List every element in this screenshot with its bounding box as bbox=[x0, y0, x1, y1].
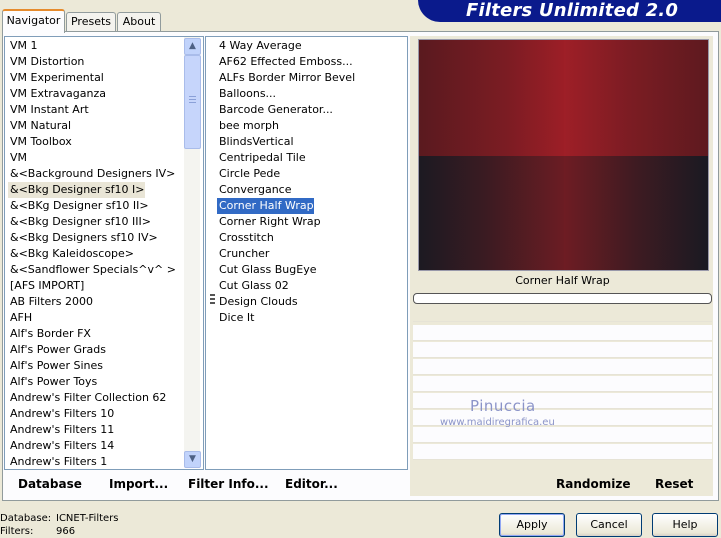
filter-item[interactable]: Corner Half Wrap bbox=[217, 198, 314, 214]
tab-about[interactable]: About bbox=[117, 12, 161, 31]
category-item[interactable]: VM Natural bbox=[8, 118, 71, 134]
category-item[interactable]: [AFS IMPORT] bbox=[8, 278, 84, 294]
category-item[interactable]: &<Bkg Designers sf10 IV> bbox=[8, 230, 158, 246]
thumb-grip bbox=[189, 99, 196, 100]
category-item[interactable]: AFH bbox=[8, 310, 32, 326]
category-item[interactable]: Alf's Power Toys bbox=[8, 374, 97, 390]
filter-item[interactable]: Cut Glass 02 bbox=[217, 278, 289, 294]
cancel-button[interactable]: Cancel bbox=[576, 513, 642, 537]
filter-item[interactable]: 4 Way Average bbox=[217, 38, 302, 54]
editor-button[interactable]: Editor... bbox=[285, 476, 338, 492]
param-row bbox=[413, 376, 712, 392]
filter-info-button[interactable]: Filter Info... bbox=[188, 476, 269, 492]
category-item[interactable]: Andrew's Filters 10 bbox=[8, 406, 114, 422]
preview-filter-name: Corner Half Wrap bbox=[515, 274, 610, 287]
param-row bbox=[413, 444, 712, 460]
category-item[interactable]: VM Distortion bbox=[8, 54, 84, 70]
filter-item[interactable]: Dice It bbox=[217, 310, 254, 326]
filters-count-label: Filters: bbox=[0, 526, 34, 537]
filter-item[interactable]: Circle Pede bbox=[217, 166, 280, 182]
scroll-up-button[interactable]: ▲ bbox=[184, 38, 201, 55]
filter-item[interactable]: Cut Glass BugEye bbox=[217, 262, 316, 278]
category-item[interactable]: Andrew's Filters 14 bbox=[8, 438, 114, 454]
filters-count-value: 966 bbox=[56, 526, 76, 537]
category-item[interactable]: AB Filters 2000 bbox=[8, 294, 93, 310]
tab-navigator[interactable]: Navigator bbox=[2, 9, 65, 33]
apply-button[interactable]: Apply bbox=[499, 513, 565, 537]
category-item[interactable]: &<Bkg Designer sf10 I> bbox=[8, 182, 145, 198]
watermark-title: Pinuccia bbox=[470, 397, 536, 415]
category-item[interactable]: Alf's Border FX bbox=[8, 326, 91, 342]
category-item[interactable]: VM Toolbox bbox=[8, 134, 72, 150]
category-item[interactable]: &<Bkg Designer sf10 III> bbox=[8, 214, 151, 230]
category-list[interactable]: VM 1 VM Distortion VM Experimental VM Extra… bbox=[4, 36, 204, 470]
filter-item[interactable]: Cruncher bbox=[217, 246, 269, 262]
database-button[interactable]: Database bbox=[18, 476, 82, 492]
filter-item[interactable]: Barcode Generator... bbox=[217, 102, 333, 118]
category-item[interactable]: Andrew's Filters 11 bbox=[8, 422, 114, 438]
scroll-down-button[interactable]: ▼ bbox=[184, 451, 201, 468]
database-value: ICNET-Filters bbox=[56, 513, 119, 524]
category-scrollbar[interactable]: ▲ ▼ bbox=[184, 37, 201, 468]
filter-item[interactable]: Centripedal Tile bbox=[217, 150, 306, 166]
watermark-url: www.maidiregrafica.eu bbox=[440, 417, 555, 428]
category-item[interactable]: Alf's Power Sines bbox=[8, 358, 103, 374]
category-item[interactable]: VM 1 bbox=[8, 38, 38, 54]
scroll-thumb[interactable] bbox=[184, 55, 201, 149]
import-button[interactable]: Import... bbox=[109, 476, 168, 492]
tab-presets[interactable]: Presets bbox=[66, 12, 116, 31]
category-item[interactable]: &<Sandflower Specials^v^ > bbox=[8, 262, 176, 278]
param-row bbox=[413, 342, 712, 358]
progress-bar bbox=[413, 293, 712, 304]
filter-item[interactable]: bee morph bbox=[217, 118, 279, 134]
param-row bbox=[413, 325, 712, 341]
category-item[interactable]: VM Extravaganza bbox=[8, 86, 106, 102]
category-item[interactable]: &<BKg Designer sf10 II> bbox=[8, 198, 149, 214]
filter-item[interactable]: Design Clouds bbox=[217, 294, 298, 310]
randomize-button[interactable]: Randomize bbox=[556, 476, 630, 492]
category-item[interactable]: Alf's Power Grads bbox=[8, 342, 106, 358]
filter-item[interactable]: Convergance bbox=[217, 182, 292, 198]
filter-list[interactable]: 4 Way Average AF62 Effected Emboss... ALFs… bbox=[205, 36, 408, 470]
category-item[interactable]: Andrew's Filters 1 bbox=[8, 454, 107, 469]
thumb-grip bbox=[189, 102, 196, 103]
preview-quadrant bbox=[419, 156, 564, 270]
help-button[interactable]: Help bbox=[652, 513, 718, 537]
filter-item[interactable]: AF62 Effected Emboss... bbox=[217, 54, 353, 70]
filter-item[interactable]: Balloons... bbox=[217, 86, 276, 102]
filter-item[interactable]: BlindsVertical bbox=[217, 134, 294, 150]
preview-quadrant bbox=[564, 40, 708, 156]
app-title: Filters Unlimited 2.0 bbox=[466, 0, 679, 21]
category-item[interactable]: &<Bkg Kaleidoscope> bbox=[8, 246, 134, 262]
thumb-grip bbox=[189, 96, 196, 97]
filter-item[interactable]: Crosstitch bbox=[217, 230, 274, 246]
preview-quadrant bbox=[564, 156, 708, 270]
param-row bbox=[413, 427, 712, 443]
param-row bbox=[413, 393, 712, 409]
param-row bbox=[413, 306, 712, 322]
filter-item[interactable]: ALFs Border Mirror Bevel bbox=[217, 70, 355, 86]
filter-item[interactable]: Corner Right Wrap bbox=[217, 214, 321, 230]
param-row bbox=[413, 359, 712, 375]
category-item[interactable]: &<Background Designers IV> bbox=[8, 166, 175, 182]
preview-quadrant bbox=[419, 40, 564, 156]
reset-button[interactable]: Reset bbox=[655, 476, 693, 492]
resize-grip-icon[interactable] bbox=[210, 294, 215, 306]
category-item[interactable]: Andrew's Filter Collection 62 bbox=[8, 390, 166, 406]
category-item[interactable]: VM Experimental bbox=[8, 70, 104, 86]
category-item[interactable]: VM bbox=[8, 150, 27, 166]
preview-image bbox=[418, 39, 709, 271]
category-item[interactable]: VM Instant Art bbox=[8, 102, 89, 118]
database-label: Database: bbox=[0, 513, 52, 524]
